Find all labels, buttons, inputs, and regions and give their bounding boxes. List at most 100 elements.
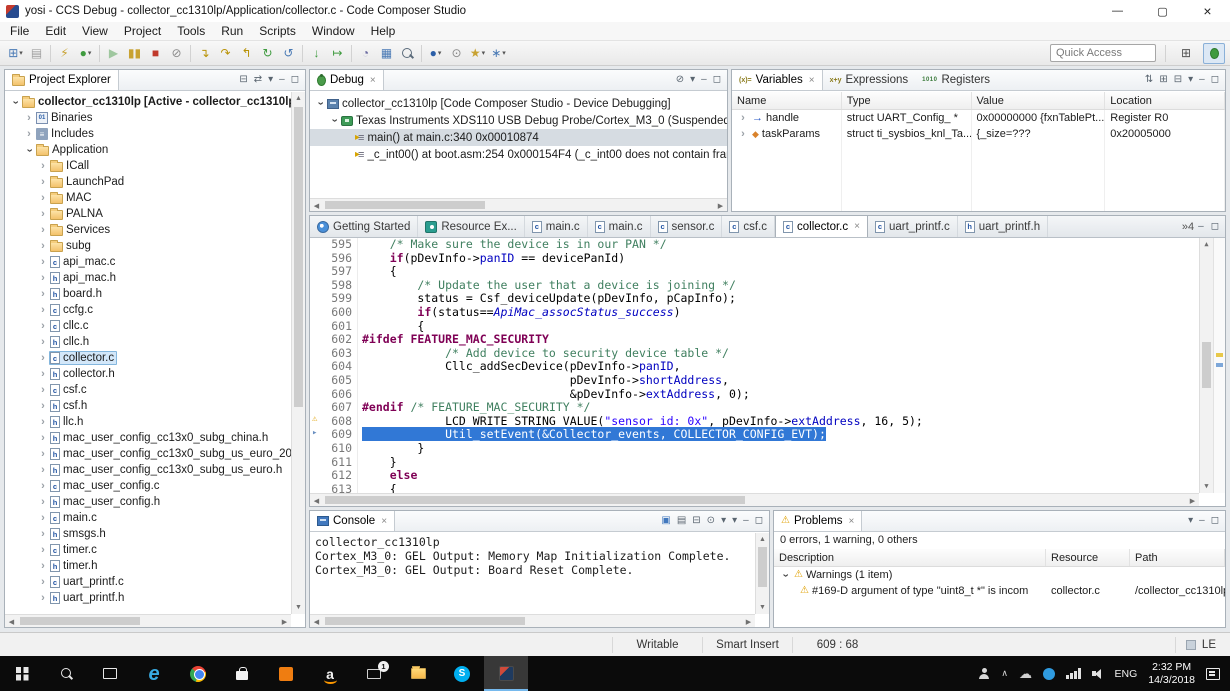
code-line[interactable]: &pDevInfo->extAddress, 0); <box>362 388 1199 402</box>
expand-arrow[interactable]: › <box>37 369 49 380</box>
quick-access-input[interactable]: Quick Access <box>1050 44 1156 62</box>
restart-button[interactable]: ↻ <box>257 43 278 64</box>
menu-edit[interactable]: Edit <box>37 24 74 38</box>
maximize-view-button[interactable]: ◻ <box>1211 516 1219 526</box>
volume-icon[interactable] <box>1092 669 1104 679</box>
chrome-icon[interactable] <box>176 656 220 691</box>
terminate-button[interactable]: ■ <box>145 43 166 64</box>
problems-group-row[interactable]: ›⚠Warnings (1 item) <box>774 567 1225 583</box>
save-button[interactable]: ▤ <box>26 43 47 64</box>
minimize-view-button[interactable]: – <box>701 75 707 85</box>
debug-button[interactable]: ●▾ <box>75 43 96 64</box>
debug-hscrollbar[interactable]: ◀ ▶ <box>310 198 727 211</box>
tray-app-icon[interactable] <box>1043 668 1055 680</box>
task-view-button[interactable] <box>88 656 132 691</box>
tree-item[interactable]: ›01Binaries <box>5 110 291 126</box>
flash-button[interactable]: ⚡ <box>54 43 75 64</box>
collapse-all-icon[interactable]: ⊟ <box>1174 75 1182 85</box>
tree-item[interactable]: ›ICall <box>5 158 291 174</box>
expand-arrow[interactable]: › <box>37 193 49 204</box>
minimize-view-button[interactable]: – <box>1199 75 1205 85</box>
asm-step-into-button[interactable]: ↓ <box>306 43 327 64</box>
action-center-icon[interactable] <box>1206 668 1220 680</box>
scroll-down-arrow[interactable]: ▼ <box>1200 480 1213 493</box>
skype-icon[interactable]: S <box>440 656 484 691</box>
view-menu-icon[interactable]: ▾ <box>690 75 695 85</box>
suspend-button[interactable]: ▮▮ <box>124 43 145 64</box>
ccs-taskbar-icon[interactable] <box>484 656 528 691</box>
tree-item[interactable]: ›≡Includes <box>5 126 291 142</box>
tree-item[interactable]: ›ccollector.c <box>5 350 291 366</box>
expand-arrow[interactable]: › <box>23 129 35 140</box>
tab-console[interactable]: Console × <box>310 511 395 531</box>
code-line[interactable]: { <box>362 265 1199 279</box>
tree-item[interactable]: ›hmac_user_config.h <box>5 494 291 510</box>
expand-arrow[interactable]: › <box>37 273 49 284</box>
clock[interactable]: 2:32 PM14/3/2018 <box>1148 661 1195 686</box>
menu-view[interactable]: View <box>74 24 116 38</box>
device-app-icon[interactable]: 1 <box>352 656 396 691</box>
debug-tree-item[interactable]: ▸≡_c_int00() at boot.asm:254 0x000154F4 … <box>310 146 727 163</box>
code-line[interactable]: if(pDevInfo->panID == devicePanId) <box>362 252 1199 266</box>
console-output[interactable]: collector_cc1310lpCortex_M3_0: GEL Outpu… <box>310 533 755 614</box>
tree-item[interactable]: ›htimer.h <box>5 558 291 574</box>
tab-project-explorer[interactable]: Project Explorer <box>5 70 119 90</box>
column-header-type[interactable]: Type <box>842 92 972 109</box>
expand-arrow[interactable]: › <box>37 401 49 412</box>
expand-arrow[interactable]: › <box>24 144 35 156</box>
tab-registers[interactable]: 1010Registers <box>915 70 997 90</box>
language-indicator[interactable]: ENG <box>1115 668 1138 680</box>
profile-button[interactable]: ◔ <box>355 43 376 64</box>
expand-arrow[interactable]: › <box>23 113 35 124</box>
menu-scripts[interactable]: Scripts <box>251 24 304 38</box>
tree-item[interactable]: ›cuart_printf.c <box>5 574 291 590</box>
close-window-button[interactable]: × <box>1185 0 1230 22</box>
search-button[interactable] <box>44 656 88 691</box>
scroll-up-arrow[interactable]: ▲ <box>1200 238 1213 251</box>
disconnect-button[interactable]: ⊘ <box>166 43 187 64</box>
code-line[interactable]: Util_setEvent(&Collector_events, COLLECT… <box>362 428 1199 442</box>
expand-arrow[interactable]: › <box>37 209 49 220</box>
file-explorer-icon[interactable] <box>396 656 440 691</box>
step-return-button[interactable]: ↰ <box>236 43 257 64</box>
expand-arrow[interactable]: › <box>37 321 49 332</box>
expand-arrow[interactable]: › <box>329 115 340 127</box>
scroll-lock-icon[interactable]: ⊟ <box>692 516 700 526</box>
tree-item[interactable]: ›ccsf.c <box>5 382 291 398</box>
code-line[interactable]: else <box>362 469 1199 483</box>
editor-tab-csf-c[interactable]: ccsf.c <box>722 216 775 237</box>
ccs-debug-perspective-button[interactable] <box>1203 43 1225 64</box>
minimize-window-button[interactable]: — <box>1095 0 1140 22</box>
project-tree-vscrollbar[interactable]: ▲ ▼ <box>291 92 305 614</box>
tree-item[interactable]: ›hapi_mac.h <box>5 270 291 286</box>
maximize-view-button[interactable]: ◻ <box>713 75 721 85</box>
expand-arrow[interactable]: › <box>37 497 49 508</box>
line-number-ruler[interactable]: 5955965975985996006016026036046056066076… <box>324 238 358 493</box>
step-over-button[interactable]: ↷ <box>215 43 236 64</box>
column-header-value[interactable]: Value <box>972 92 1106 109</box>
scrollbar-thumb[interactable] <box>325 496 745 504</box>
close-console-tab-icon[interactable]: × <box>381 516 387 527</box>
tree-item[interactable]: ›cmain.c <box>5 510 291 526</box>
maximize-view-button[interactable]: ◻ <box>1211 75 1219 85</box>
menu-help[interactable]: Help <box>363 24 404 38</box>
tree-item[interactable]: ›hllc.h <box>5 414 291 430</box>
expand-arrow[interactable]: › <box>315 98 326 110</box>
code-line[interactable]: /* Update the user that a device is join… <box>362 279 1199 293</box>
problem-row[interactable]: ⚠#169-D argument of type "uint8_t *" is … <box>774 583 1225 599</box>
scroll-left-arrow[interactable]: ◀ <box>310 199 323 212</box>
code-line[interactable]: status = Csf_deviceUpdate(pDevInfo, pCap… <box>362 292 1199 306</box>
overview-warning-mark[interactable] <box>1216 353 1223 357</box>
scrollbar-thumb[interactable] <box>325 617 525 625</box>
warning-marker-icon[interactable]: ⚠ <box>312 415 317 424</box>
show-hidden-icons-chevron[interactable]: ∧ <box>1001 668 1008 679</box>
show-console-monitor-icon[interactable]: ▣ <box>661 516 670 526</box>
maximize-view-button[interactable]: ◻ <box>755 516 763 526</box>
tree-item[interactable]: ›hmac_user_config_cc13x0_subg_us_euro.h <box>5 462 291 478</box>
tab-variables[interactable]: (x)=Variables× <box>732 70 823 90</box>
expand-arrow[interactable]: › <box>37 577 49 588</box>
code-line[interactable]: /* Make sure the device is in our PAN */ <box>362 238 1199 252</box>
expand-arrow[interactable]: › <box>37 593 49 604</box>
expand-arrow[interactable]: › <box>37 177 49 188</box>
tree-item[interactable]: ›cccfg.c <box>5 302 291 318</box>
